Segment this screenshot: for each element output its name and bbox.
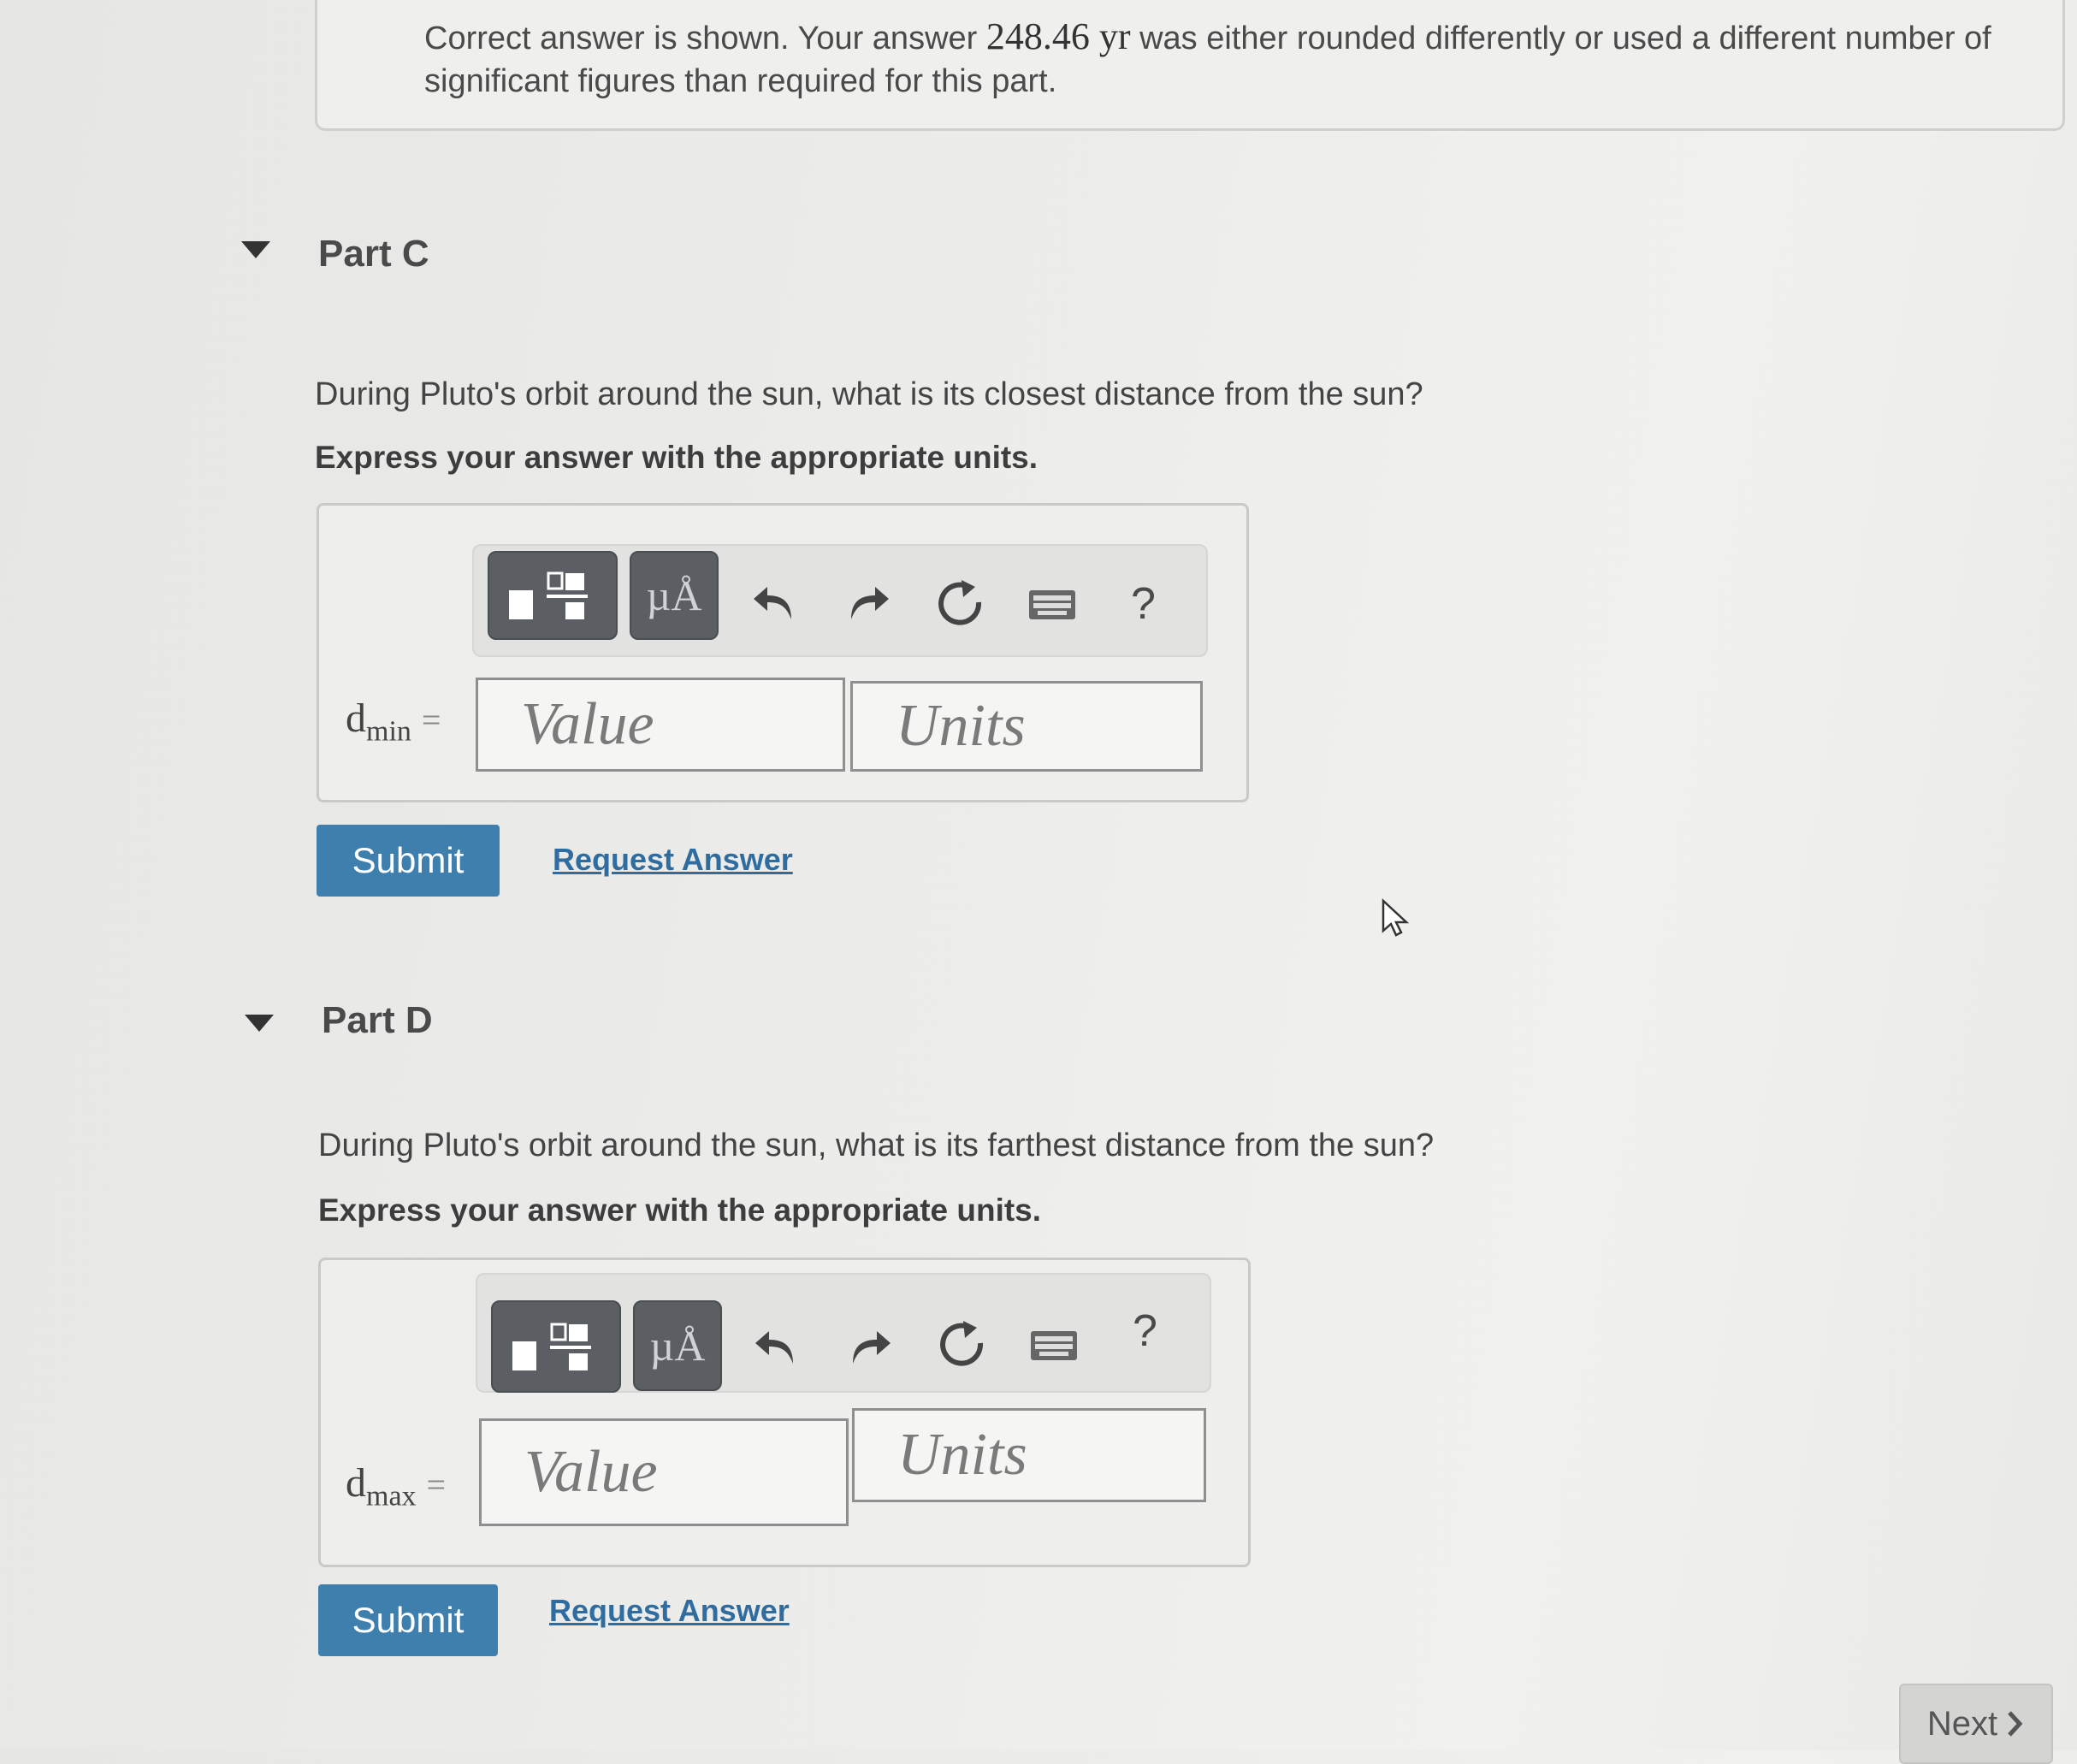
part-d-instruction: Express your answer with the appropriate… (318, 1193, 1042, 1228)
part-d-question: During Pluto's orbit around the sun, wha… (318, 1128, 1435, 1163)
reset-icon[interactable] (931, 573, 991, 633)
next-label: Next (1926, 1704, 1998, 1743)
units-glyph: µÅ (646, 571, 702, 619)
undo-icon[interactable] (746, 1316, 806, 1376)
part-d-var-symbol: d (346, 1460, 366, 1506)
units-icon[interactable]: µÅ (630, 551, 719, 640)
units-glyph: µÅ (649, 1322, 706, 1370)
part-c-units-input[interactable]: Units (850, 681, 1203, 772)
part-c-title[interactable]: Part C (318, 233, 429, 275)
part-c-collapse-icon[interactable] (241, 241, 270, 258)
part-c-question: During Pluto's orbit around the sun, wha… (315, 376, 1423, 412)
part-c-variable-label: dmin = (346, 695, 441, 749)
redo-icon[interactable] (840, 1316, 900, 1376)
part-c-var-symbol: d (346, 696, 366, 741)
redo-icon[interactable] (838, 571, 898, 631)
keyboard-icon[interactable] (1027, 1324, 1081, 1367)
part-d-value-input[interactable]: Value (479, 1418, 849, 1526)
part-c-instruction: Express your answer with the appropriate… (315, 440, 1038, 475)
part-d-variable-label: dmax = (346, 1459, 446, 1513)
part-c-value-input[interactable]: Value (476, 678, 845, 772)
part-d-var-sub: max (366, 1480, 417, 1512)
part-c-equals: = (421, 701, 441, 739)
chevron-right-icon (2008, 1711, 2023, 1737)
feedback-message: Correct answer is shown. Your answer 248… (424, 15, 1998, 103)
part-d-title[interactable]: Part D (322, 999, 433, 1042)
templates-icon[interactable] (488, 551, 618, 640)
part-d-submit-button[interactable]: Submit (318, 1584, 498, 1656)
undo-icon[interactable] (744, 571, 804, 631)
mouse-cursor-icon (1381, 898, 1410, 942)
part-d-equals: = (426, 1465, 447, 1504)
templates-icon[interactable] (491, 1300, 621, 1393)
next-button[interactable]: Next (1899, 1684, 2053, 1764)
part-c-submit-button[interactable]: Submit (317, 825, 500, 897)
feedback-text-before: Correct answer is shown. Your answer (424, 21, 986, 56)
part-c-var-sub: min (366, 715, 411, 748)
reset-icon[interactable] (932, 1314, 992, 1374)
keyboard-icon[interactable] (1025, 583, 1080, 626)
part-c-request-answer-link[interactable]: Request Answer (553, 842, 793, 878)
part-d-collapse-icon[interactable] (245, 1015, 274, 1032)
feedback-answer-value: 248.46 yr (985, 15, 1131, 57)
units-icon[interactable]: µÅ (633, 1300, 722, 1391)
help-icon[interactable]: ? (1131, 578, 1156, 630)
part-d-request-answer-link[interactable]: Request Answer (549, 1593, 790, 1629)
help-icon[interactable]: ? (1133, 1305, 1157, 1357)
part-d-units-input[interactable]: Units (852, 1408, 1206, 1502)
